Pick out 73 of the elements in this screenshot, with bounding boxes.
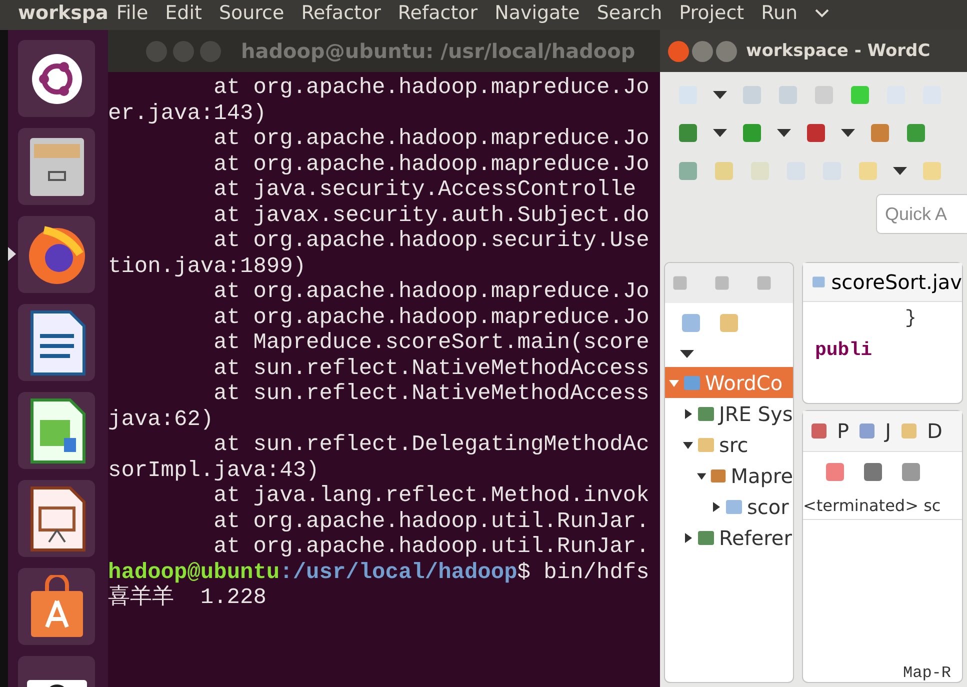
terminal-line: at sun.reflect.NativeMethodAccess xyxy=(212,356,650,380)
menu-item[interactable]: Source xyxy=(218,2,284,24)
maximize-button[interactable] xyxy=(716,40,737,62)
quick-access-field[interactable]: Quick A xyxy=(876,194,967,234)
editor-tab[interactable]: scoreSort.jav xyxy=(803,263,962,302)
launcher-item[interactable] xyxy=(18,392,95,469)
menu-item[interactable]: Search xyxy=(596,2,662,24)
terminal-command: $ bin/hdfs xyxy=(517,560,650,584)
terminal-line: at org.apache.hadoop.security.Use xyxy=(212,228,650,253)
terminal-line: er.java:143) xyxy=(108,100,266,126)
terminal-line: at org.apache.hadoop.mapreduce.Jo xyxy=(212,75,650,100)
caret-icon[interactable] xyxy=(776,128,792,138)
menu-item[interactable]: Run xyxy=(761,2,798,24)
collapsed-arrow-icon[interactable] xyxy=(711,502,721,512)
caret-icon[interactable] xyxy=(840,128,856,138)
terminal-line: at org.apache.hadoop.mapreduce.Jo xyxy=(212,152,650,176)
caret-icon[interactable] xyxy=(679,349,695,359)
chevron-down-icon[interactable] xyxy=(814,8,829,18)
presentation-icon[interactable] xyxy=(28,486,86,552)
window-title: hadoop@ubuntu: /usr/local/hadoop xyxy=(241,39,636,63)
menu-item[interactable]: Refactor xyxy=(301,2,381,24)
console-status: <terminated> sc xyxy=(803,492,962,520)
code-line: } xyxy=(904,306,918,331)
launcher-item[interactable] xyxy=(18,40,95,117)
terminal-line: at sun.reflect.DelegatingMethodAc xyxy=(212,432,650,457)
terminal-line: at org.apache.hadoop.util.RunJar. xyxy=(212,534,650,559)
minimize-button[interactable] xyxy=(692,40,713,62)
terminal-line: tion.java:1899) xyxy=(108,254,306,278)
terminal-line: at Mapreduce.scoreSort.main(score xyxy=(212,330,650,355)
terminal-line: at org.apache.hadoop.mapreduce.Jo xyxy=(212,126,650,151)
terminal-line: sorImpl.java:43) xyxy=(108,458,320,482)
window-title: workspace - WordC xyxy=(746,41,930,61)
terminal-line: at org.apache.hadoop.util.RunJar. xyxy=(212,508,650,534)
tree-item[interactable]: src xyxy=(665,429,793,460)
view-tab[interactable]: D xyxy=(926,419,942,443)
prompt-path: :/usr/local/hadoop xyxy=(280,560,518,584)
menu-item[interactable]: File xyxy=(116,2,148,24)
caret-icon[interactable] xyxy=(712,90,728,100)
launcher-item[interactable] xyxy=(18,128,95,205)
collapsed-arrow-icon[interactable] xyxy=(683,408,693,418)
tree-item[interactable]: JRE Sys xyxy=(665,398,793,429)
menu-item[interactable]: Refactor xyxy=(398,2,478,24)
code-line: publi xyxy=(815,338,874,363)
caret-icon[interactable] xyxy=(712,128,728,138)
tree-item[interactable]: scor xyxy=(665,491,793,522)
terminal-line: java:62) xyxy=(108,406,214,432)
app-name: workspa xyxy=(18,2,108,24)
view-tab[interactable]: J xyxy=(885,419,891,443)
tree-item[interactable]: Mapre xyxy=(665,460,793,491)
collapsed-arrow-icon[interactable] xyxy=(683,532,693,542)
expanded-arrow-icon[interactable] xyxy=(697,470,706,480)
expanded-arrow-icon[interactable] xyxy=(683,440,693,450)
terminal-line: at javax.security.auth.Subject.do xyxy=(212,202,650,228)
view-tab[interactable]: P xyxy=(837,419,850,443)
tree-item[interactable]: Referer xyxy=(665,522,793,553)
menu-item[interactable]: Navigate xyxy=(494,2,580,24)
terminal-line: at sun.reflect.NativeMethodAccess xyxy=(212,381,650,406)
ubuntu-logo-icon[interactable] xyxy=(30,52,82,104)
terminal-line: at java.security.AccessControlle xyxy=(212,177,636,202)
spreadsheet-icon[interactable] xyxy=(28,398,86,464)
terminal-line: 喜羊羊 1.228 xyxy=(108,585,266,610)
menu-item[interactable]: Project xyxy=(679,2,744,24)
console-output: Map-R xyxy=(902,664,952,682)
terminal-line: at org.apache.hadoop.mapreduce.Jo xyxy=(212,304,650,330)
prompt-user: hadoop@ubuntu xyxy=(108,560,280,584)
caret-icon[interactable] xyxy=(892,166,908,176)
launcher-item[interactable] xyxy=(18,304,95,381)
launcher-item[interactable] xyxy=(18,568,95,645)
close-button[interactable] xyxy=(668,40,689,62)
terminal-line: at org.apache.hadoop.mapreduce.Jo xyxy=(212,279,650,304)
terminal-line: at java.lang.reflect.Method.invok xyxy=(212,483,650,508)
launcher-item[interactable] xyxy=(18,480,95,557)
menu-item[interactable]: Edit xyxy=(165,2,202,24)
